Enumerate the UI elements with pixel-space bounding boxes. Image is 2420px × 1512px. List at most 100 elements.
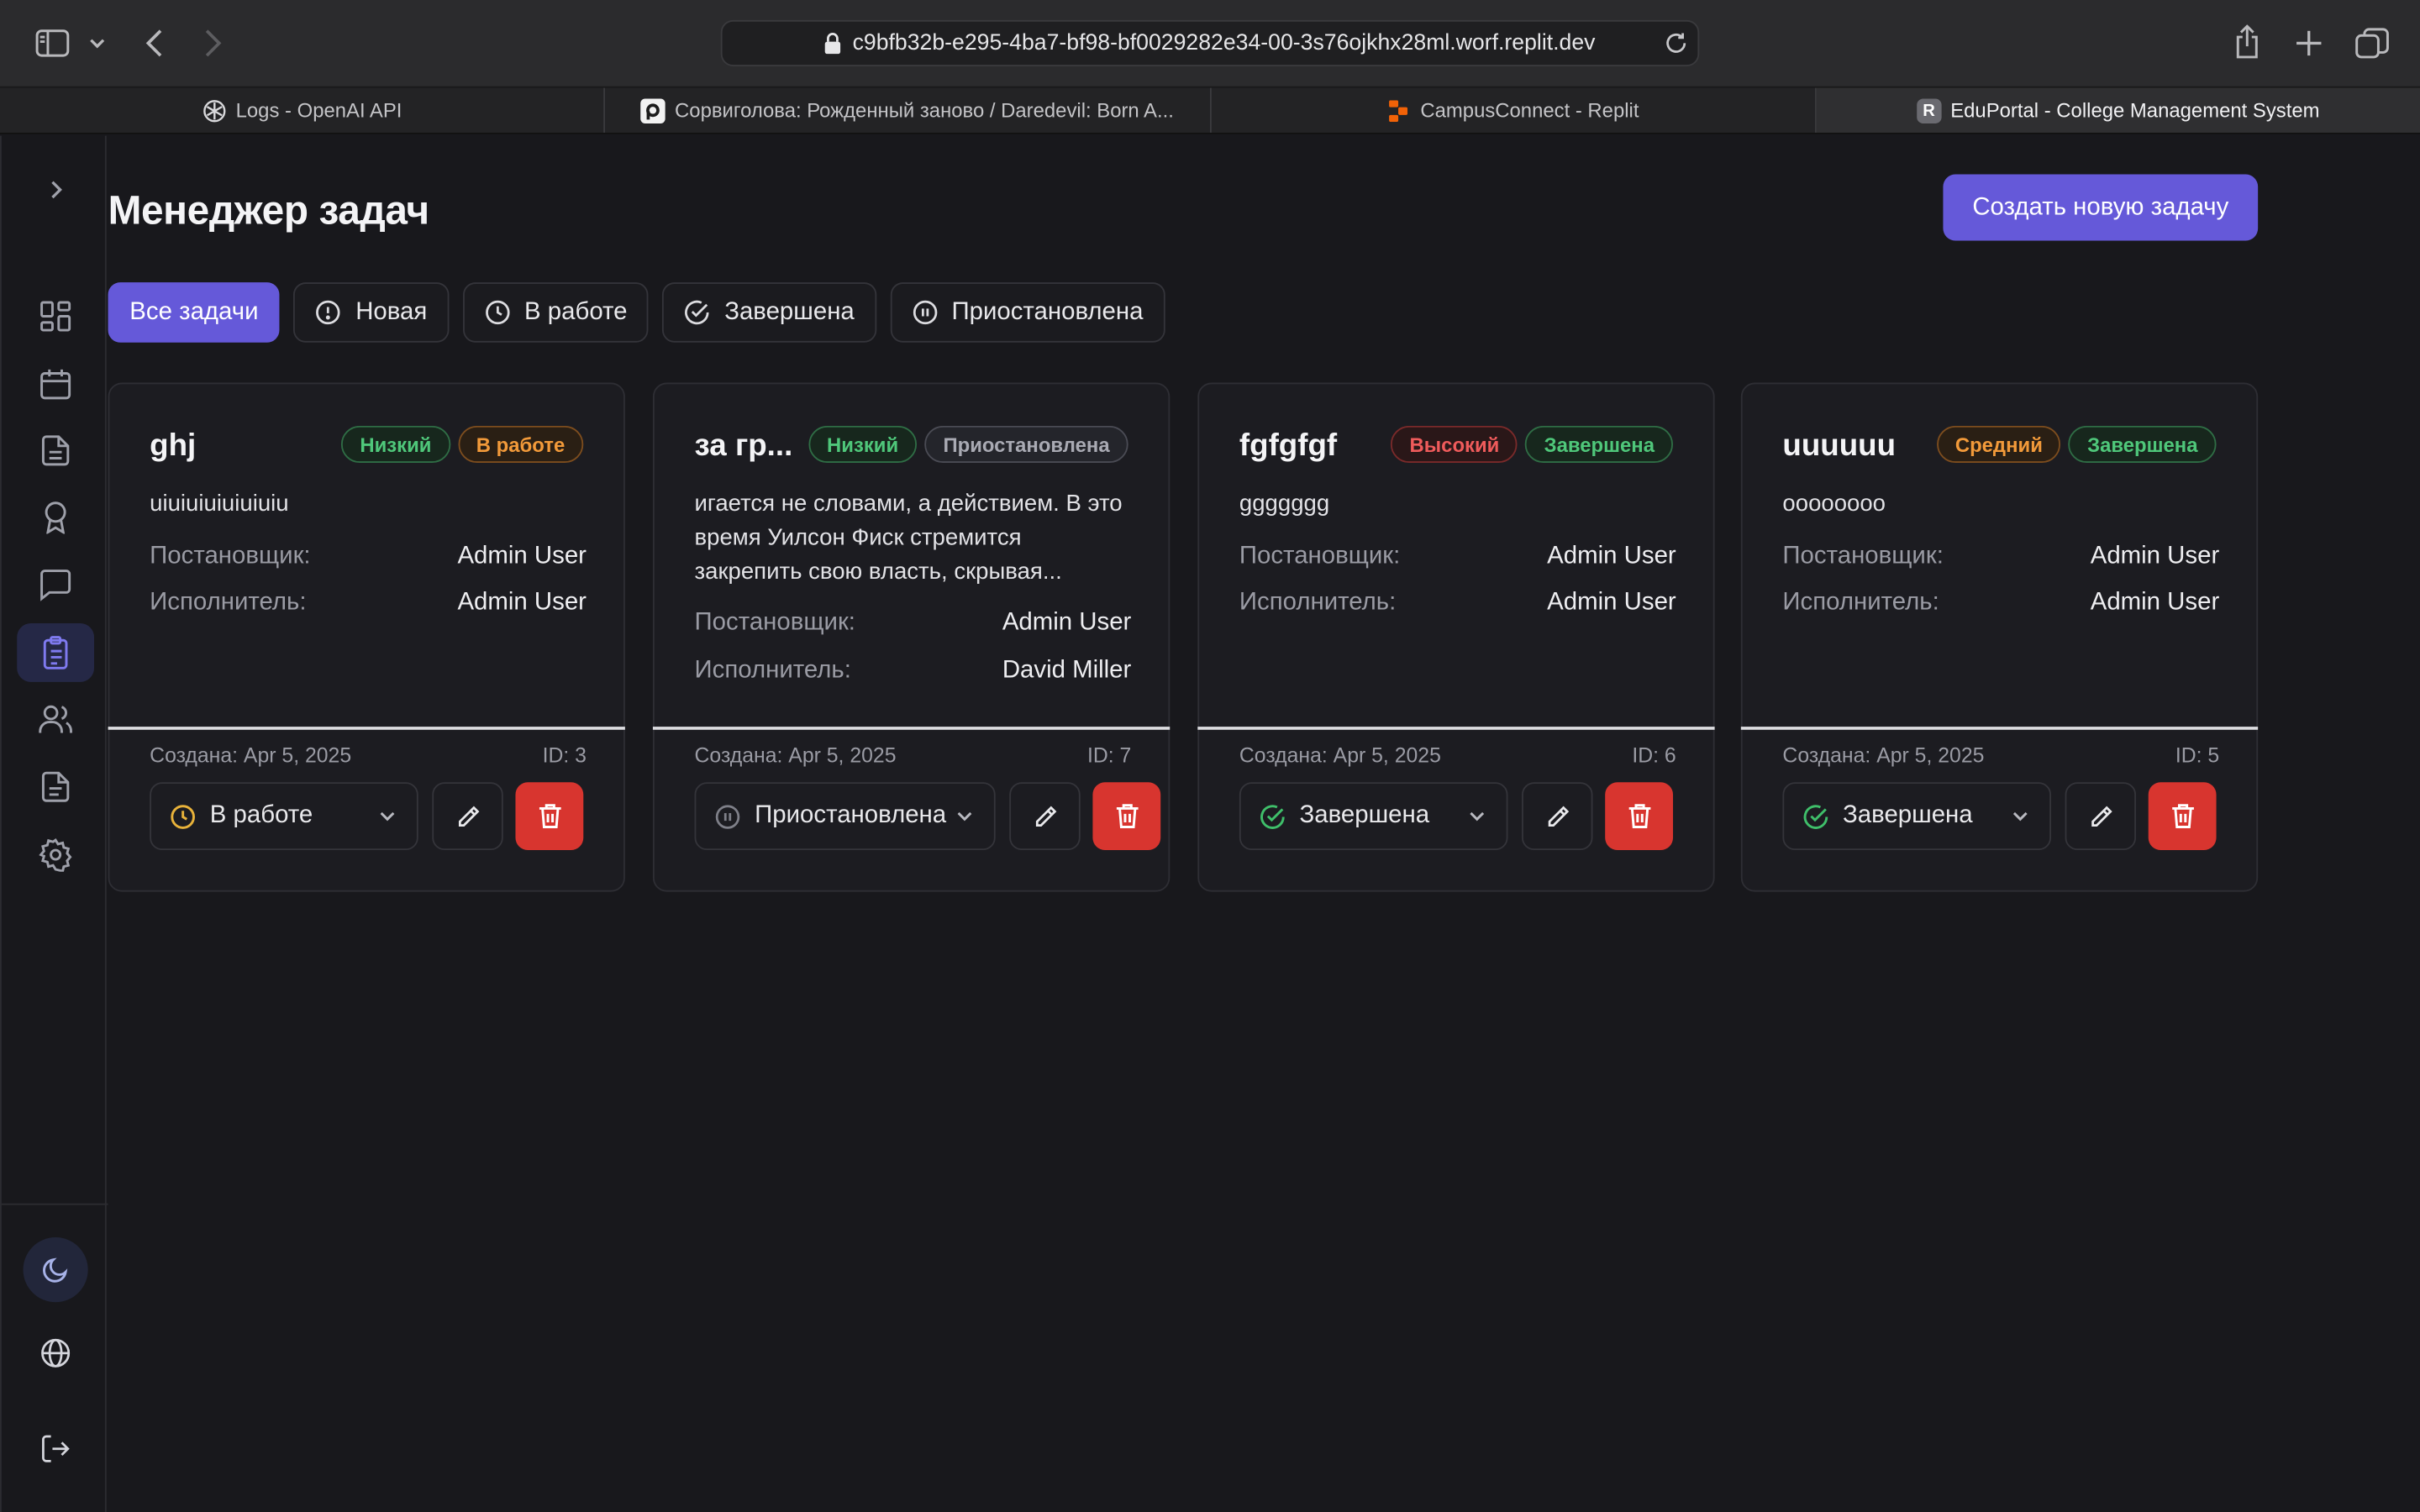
assigner-label: Постановщик:: [1239, 543, 1401, 570]
media-site-icon: [640, 97, 666, 123]
pause-circle-icon: [714, 803, 740, 829]
filter-all-tasks[interactable]: Все задачи: [108, 282, 281, 343]
status-badge: Приостановлена: [924, 425, 1128, 464]
assigner-value: Admin User: [457, 543, 587, 570]
task-id: ID: 7: [1086, 743, 1132, 767]
delete-task-button[interactable]: [515, 782, 584, 851]
filter-in-progress[interactable]: В работе: [462, 282, 650, 343]
delete-task-button[interactable]: [1605, 782, 1674, 851]
award-icon[interactable]: [17, 487, 94, 546]
users-icon[interactable]: [17, 690, 94, 748]
task-title: за гр...: [694, 428, 793, 464]
chevron-down-icon[interactable]: [85, 28, 109, 59]
filter-paused[interactable]: Приостановлена: [890, 282, 1165, 343]
chevron-down-icon: [378, 806, 397, 827]
delete-task-button[interactable]: [1092, 782, 1161, 851]
replit-icon: [1386, 98, 1411, 123]
filter-label: Новая: [355, 298, 428, 325]
tasks-clipboard-icon[interactable]: [17, 623, 95, 682]
task-badges: Средний Завершена: [1936, 425, 2217, 464]
main-content: Менеджер задач Создать новую задачу Все …: [107, 136, 2420, 1512]
status-select[interactable]: Завершена: [1782, 782, 2052, 851]
eduportal-icon: R: [1916, 97, 1942, 123]
browser-tab-daredevil[interactable]: Сорвиголова: Рожденный заново / Daredevi…: [605, 87, 1211, 133]
task-id: ID: 5: [2175, 743, 2220, 767]
trash-icon: [536, 802, 562, 830]
clock-icon: [484, 299, 510, 325]
document-icon[interactable]: [17, 421, 94, 480]
assignee-value: Admin User: [2090, 589, 2220, 616]
reload-icon[interactable]: [1664, 31, 1688, 55]
sidebar-toggle-icon[interactable]: [31, 24, 74, 61]
openai-icon: [202, 98, 226, 123]
messages-icon[interactable]: [17, 555, 94, 614]
chevron-down-icon: [955, 806, 974, 827]
task-badges: Низкий Приостановлена: [808, 425, 1128, 464]
priority-badge: Средний: [1936, 425, 2061, 464]
lock-icon: [825, 33, 842, 55]
assigner-row: Постановщик: Admin User: [1782, 543, 2219, 571]
task-description: ggggggg: [1239, 491, 1330, 517]
assignee-label: Исполнитель:: [1782, 589, 1939, 616]
task-description: игается не словами, а действием. В это в…: [694, 491, 1123, 585]
browser-tab-replit[interactable]: CampusConnect - Replit: [1211, 87, 1817, 133]
settings-gear-icon[interactable]: [17, 826, 94, 885]
status-select-value: Завершена: [1843, 802, 1973, 829]
theme-toggle-moon-icon[interactable]: [23, 1237, 88, 1303]
task-title: ghj: [150, 428, 197, 464]
filter-label: В работе: [524, 298, 628, 325]
filter-label: Приостановлена: [951, 298, 1144, 325]
assigner-label: Постановщик:: [150, 543, 311, 570]
edit-task-button[interactable]: [2065, 782, 2137, 851]
edit-task-button[interactable]: [432, 782, 503, 851]
priority-badge: Высокий: [1391, 425, 1518, 464]
check-circle-icon: [684, 299, 710, 325]
filter-new[interactable]: Новая: [293, 282, 450, 343]
page-title: Менеджер задач: [108, 186, 430, 234]
card-footer: Создана: Apr 5, 2025 ID: 5: [1782, 743, 2219, 767]
status-select[interactable]: В работе: [150, 782, 418, 851]
check-circle-icon: [1260, 803, 1286, 829]
browser-toolbar: c9bfb32b-e295-4ba7-bf98-bf0029282e34-00-…: [0, 0, 2420, 87]
status-select[interactable]: Завершена: [1239, 782, 1508, 851]
browser-tab-openai-logs[interactable]: Logs - OpenAI API: [0, 87, 606, 133]
task-card: за гр... Низкий Приостановлена игается н…: [652, 382, 1171, 892]
pencil-icon: [455, 803, 481, 829]
file-text-icon[interactable]: [17, 758, 94, 816]
filter-label: Завершена: [724, 298, 855, 325]
edit-task-button[interactable]: [1009, 782, 1081, 851]
delete-task-button[interactable]: [2148, 782, 2217, 851]
filter-completed[interactable]: Завершена: [662, 282, 876, 343]
alert-circle-icon: [315, 299, 341, 325]
address-bar[interactable]: c9bfb32b-e295-4ba7-bf98-bf0029282e34-00-…: [720, 19, 1700, 66]
back-arrow-icon[interactable]: [136, 24, 173, 61]
assignee-row: Исполнитель: Admin User: [1239, 590, 1676, 617]
status-badge: В работе: [457, 425, 584, 464]
new-tab-icon[interactable]: [2291, 24, 2328, 61]
calendar-icon[interactable]: [17, 354, 94, 413]
dashboard-icon[interactable]: [17, 287, 94, 346]
browser-tab-eduportal[interactable]: R EduPortal - College Management System: [1816, 87, 2420, 133]
edit-task-button[interactable]: [1522, 782, 1593, 851]
assigner-row: Постановщик: Admin User: [150, 543, 587, 571]
create-task-button[interactable]: Создать новую задачу: [1943, 174, 2259, 241]
assigner-row: Постановщик: Admin User: [1239, 543, 1676, 571]
pencil-icon: [1544, 803, 1570, 829]
url-text: c9bfb32b-e295-4ba7-bf98-bf0029282e34-00-…: [852, 30, 1596, 56]
expand-sidebar-button[interactable]: [17, 160, 94, 219]
task-description: oooooooo: [1782, 491, 1886, 517]
tab-overview-icon[interactable]: [2352, 24, 2392, 61]
logout-icon[interactable]: [17, 1420, 94, 1478]
task-title: fgfgfgf: [1239, 428, 1338, 464]
task-badges: Высокий Завершена: [1391, 425, 1674, 464]
forward-arrow-icon[interactable]: [194, 24, 231, 61]
task-card: ghj Низкий В работе uiuiuiuiuiuiuiu Пост…: [108, 382, 625, 892]
status-select[interactable]: Приостановлена: [694, 782, 996, 851]
assigner-label: Постановщик:: [694, 609, 855, 636]
share-icon[interactable]: [2228, 22, 2265, 62]
sidebar-divider: [1, 1203, 108, 1205]
task-description: uiuiuiuiuiuiuiu: [150, 491, 289, 517]
language-globe-icon[interactable]: [17, 1324, 94, 1383]
assignee-label: Исполнитель:: [694, 657, 851, 684]
created-date: Создана: Apr 5, 2025: [694, 743, 897, 767]
